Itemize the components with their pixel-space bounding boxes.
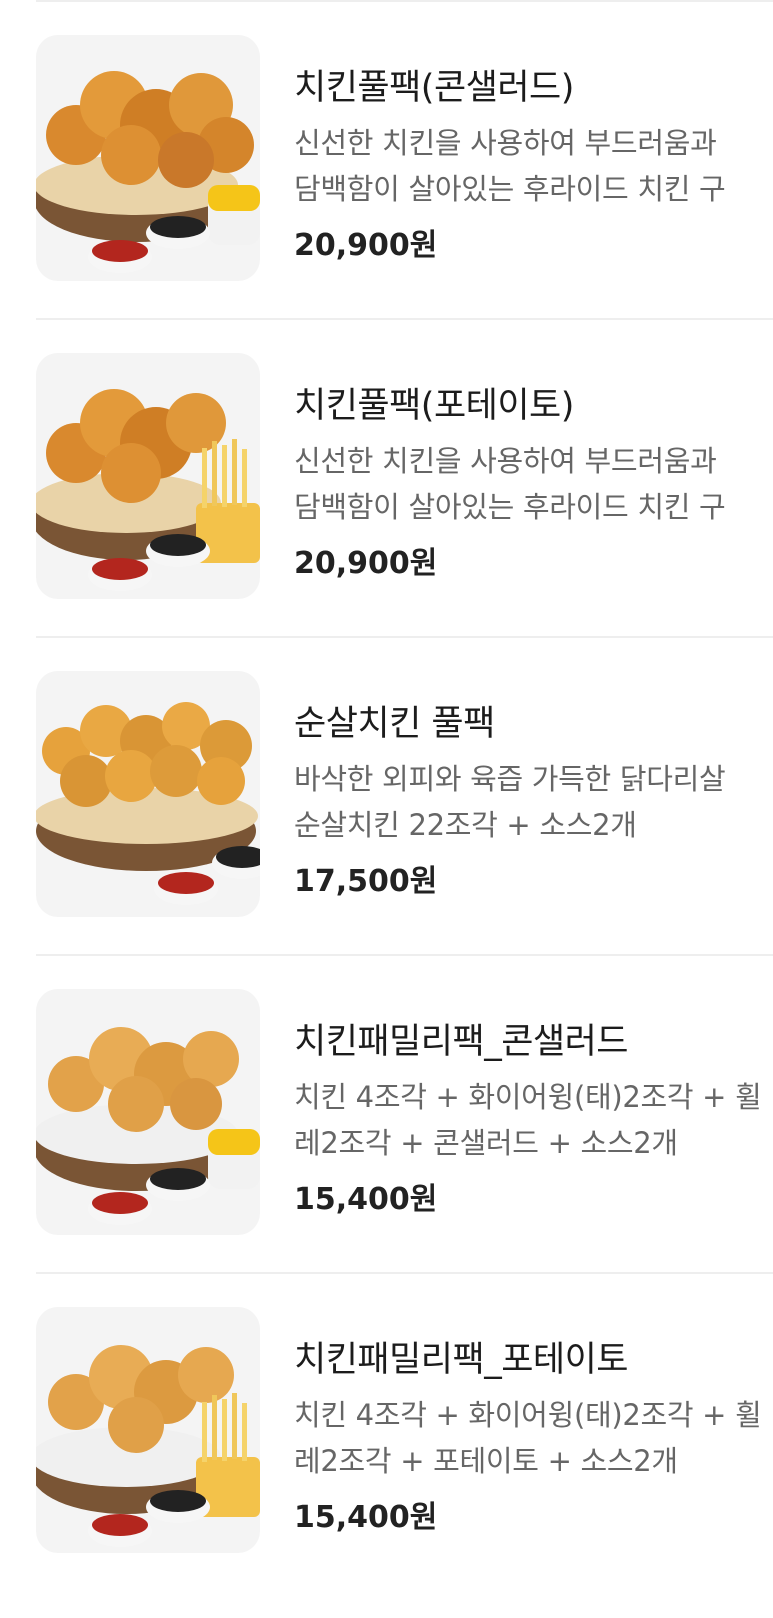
menu-item-name: 치킨패밀리팩_포테이토	[294, 1340, 629, 1380]
chicken-basket-fries-icon	[36, 389, 260, 591]
menu-item-image	[36, 353, 260, 599]
menu-item[interactable]: 치킨풀팩(콘샐러드) 신선한 치킨을 사용하여 부드러움과 담백함이 살아있는 …	[36, 2, 773, 320]
menu-item-description-line-1: 신선한 치킨을 사용하여 부드러움과	[294, 444, 717, 478]
menu-item-price: 20,900원	[294, 228, 438, 263]
menu-item[interactable]: 치킨풀팩(포테이토) 신선한 치킨을 사용하여 부드러움과 담백함이 살아있는 …	[36, 320, 773, 638]
menu-item[interactable]: 치킨패밀리팩_포테이토 치킨 4조각 + 화이어윙(태)2조각 + 휠 레2조각…	[36, 1274, 773, 1592]
menu-item-name: 치킨풀팩(포테이토)	[294, 386, 574, 426]
menu-item-description-line-1: 신선한 치킨을 사용하여 부드러움과	[294, 126, 717, 160]
menu-list: 치킨풀팩(콘샐러드) 신선한 치킨을 사용하여 부드러움과 담백함이 살아있는 …	[0, 2, 773, 1592]
menu-item-price: 15,400원	[294, 1182, 438, 1217]
menu-item-description-line-2: 담백함이 살아있는 후라이드 치킨 구	[294, 490, 726, 524]
chicken-basket-corn-salad-icon	[36, 71, 260, 273]
menu-item-name: 치킨패밀리팩_콘샐러드	[294, 1022, 629, 1062]
menu-item-description-line-1: 치킨 4조각 + 화이어윙(태)2조각 + 휠	[294, 1398, 762, 1432]
menu-item-name: 순살치킨 풀팩	[294, 704, 495, 744]
menu-item-description-line-2: 레2조각 + 포테이토 + 소스2개	[294, 1444, 678, 1478]
menu-item-image	[36, 35, 260, 281]
menu-item[interactable]: 순살치킨 풀팩 바삭한 외피와 육즙 가득한 닭다리살 순살치킨 22조각 + …	[36, 638, 773, 956]
chicken-basket-fries-icon	[36, 1345, 260, 1547]
menu-item-name: 치킨풀팩(콘샐러드)	[294, 68, 574, 108]
menu-item-price: 20,900원	[294, 546, 438, 581]
boneless-chicken-basket-icon	[36, 702, 260, 905]
menu-item-price: 15,400원	[294, 1500, 438, 1535]
chicken-basket-corn-salad-icon	[36, 1027, 260, 1225]
menu-item-image	[36, 671, 260, 917]
menu-item-price: 17,500원	[294, 864, 438, 899]
menu-item-description-line-2: 레2조각 + 콘샐러드 + 소스2개	[294, 1126, 678, 1160]
menu-item-description-line-1: 치킨 4조각 + 화이어윙(태)2조각 + 휠	[294, 1080, 762, 1114]
menu-item-description-line-2: 담백함이 살아있는 후라이드 치킨 구	[294, 172, 726, 206]
menu-item[interactable]: 치킨패밀리팩_콘샐러드 치킨 4조각 + 화이어윙(태)2조각 + 휠 레2조각…	[36, 956, 773, 1274]
menu-item-description-line-1: 바삭한 외피와 육즙 가득한 닭다리살	[294, 762, 726, 796]
menu-item-image	[36, 1307, 260, 1553]
menu-item-image	[36, 989, 260, 1235]
menu-item-description-line-2: 순살치킨 22조각 + 소스2개	[294, 808, 637, 842]
